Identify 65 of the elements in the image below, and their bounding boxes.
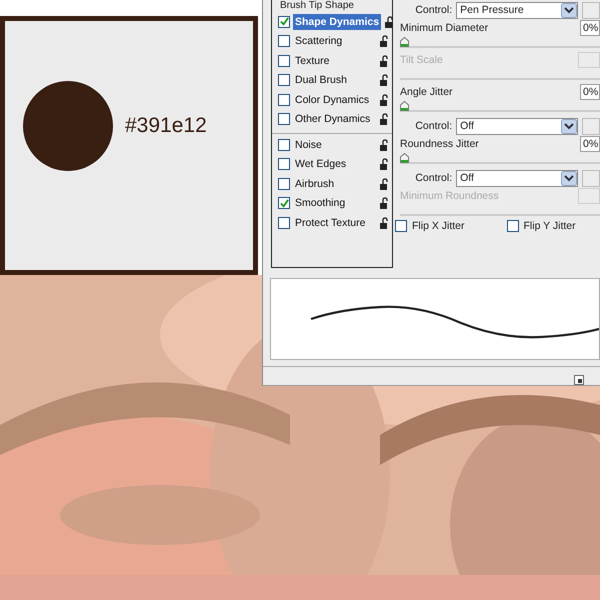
lock-icon[interactable] — [379, 216, 389, 229]
checkbox[interactable] — [278, 94, 290, 106]
lock-icon[interactable] — [379, 74, 389, 86]
checkbox[interactable] — [278, 178, 290, 190]
value-field[interactable]: 0% — [580, 20, 600, 36]
slider-track[interactable] — [400, 100, 600, 112]
lock-icon[interactable] — [379, 138, 389, 151]
lock-icon[interactable] — [379, 197, 389, 210]
checkbox[interactable] — [506, 220, 519, 232]
checkbox-label: Flip Y Jitter — [524, 220, 576, 232]
option-item[interactable]: Airbrush — [293, 176, 376, 192]
value-field[interactable]: 0% — [580, 136, 600, 152]
control-dropdown[interactable]: Off — [456, 118, 578, 134]
option-item[interactable]: Color Dynamics — [293, 92, 376, 108]
setting-label: Angle Jitter — [400, 86, 453, 98]
option-item[interactable]: Dual Brush — [293, 72, 376, 88]
checkbox[interactable] — [278, 54, 290, 67]
lock-icon[interactable] — [384, 16, 394, 28]
setting-label: Roundness Jitter — [400, 138, 479, 150]
lock-icon[interactable] — [379, 94, 389, 106]
setting-label: Minimum Diameter — [400, 22, 488, 34]
checkbox-label: Flip X Jitter — [412, 220, 465, 232]
slider-track[interactable] — [400, 36, 600, 48]
setting-label: Minimum Roundness — [400, 190, 499, 202]
lock-icon[interactable] — [379, 113, 389, 126]
setting-label: Tilt Scale — [400, 54, 443, 66]
disabled-field — [582, 2, 600, 18]
list-header[interactable]: Brush Tip Shape — [272, 0, 392, 12]
new-preset-icon[interactable] — [574, 375, 584, 385]
checkbox[interactable] — [278, 16, 290, 28]
slider-thumb[interactable] — [400, 37, 409, 47]
disabled-field — [578, 188, 600, 204]
option-item[interactable]: Texture — [293, 52, 376, 69]
lock-icon[interactable] — [379, 35, 389, 48]
checkbox[interactable] — [278, 138, 290, 151]
option-item[interactable]: Protect Texture — [293, 214, 376, 231]
control-dropdown[interactable]: Pen Pressure — [456, 2, 578, 18]
color-code: #391e12 — [125, 114, 207, 138]
option-item[interactable]: Wet Edges — [293, 156, 376, 172]
checkbox[interactable] — [278, 158, 290, 170]
slider-track[interactable] — [400, 152, 600, 164]
control-label: Control: — [414, 172, 452, 184]
option-item[interactable]: Noise — [293, 136, 376, 153]
checkbox[interactable] — [278, 216, 290, 229]
option-item[interactable]: Other Dynamics — [293, 111, 376, 128]
option-item[interactable]: Shape Dynamics — [293, 14, 382, 30]
checkbox[interactable] — [278, 74, 290, 86]
control-label: Control: — [414, 4, 452, 16]
checkbox[interactable] — [278, 197, 290, 210]
lock-icon[interactable] — [379, 178, 389, 190]
option-item[interactable]: Scattering — [293, 33, 376, 50]
checkbox[interactable] — [278, 35, 290, 48]
checkbox[interactable] — [395, 220, 407, 232]
slider-thumb[interactable] — [400, 101, 409, 111]
lock-icon[interactable] — [379, 54, 389, 67]
slider-thumb[interactable] — [400, 153, 409, 163]
lock-icon[interactable] — [379, 158, 389, 170]
disabled-field — [578, 52, 600, 68]
control-label: Control: — [414, 120, 452, 132]
control-dropdown[interactable]: Off — [456, 170, 578, 186]
disabled-field — [582, 170, 600, 186]
option-item[interactable]: Smoothing — [293, 195, 376, 212]
disabled-field — [582, 118, 600, 134]
value-field[interactable]: 0% — [580, 84, 600, 100]
checkbox[interactable] — [278, 113, 290, 126]
